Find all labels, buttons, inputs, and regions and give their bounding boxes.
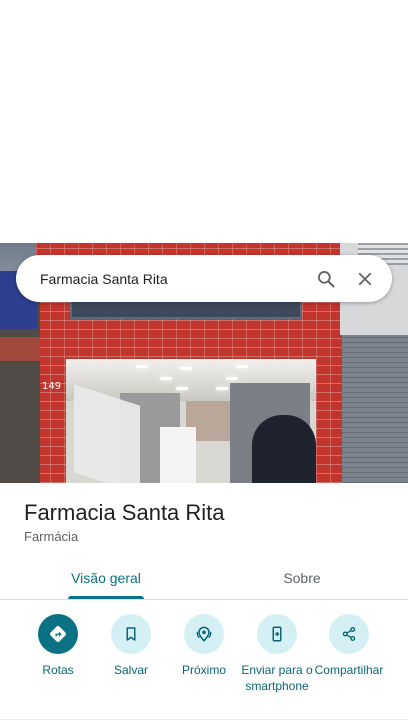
tab-bar: Visão geral Sobre xyxy=(0,556,408,600)
search-icon[interactable] xyxy=(314,267,338,291)
ceiling-light xyxy=(180,367,192,370)
share-icon[interactable] xyxy=(329,614,369,654)
save-label: Salvar xyxy=(113,663,148,677)
store-counter xyxy=(160,427,196,483)
tab-selected-indicator xyxy=(68,596,144,599)
share-label: Compartilhar xyxy=(314,663,384,677)
share-button[interactable]: Compartilhar xyxy=(309,614,389,678)
nearby-label: Próximo xyxy=(181,663,226,677)
directions-button[interactable]: Rotas xyxy=(18,614,98,678)
directions-icon[interactable] xyxy=(38,614,78,654)
nearby-button[interactable]: Próximo xyxy=(164,614,244,678)
person-silhouette xyxy=(252,415,316,483)
ceiling-light xyxy=(176,387,188,390)
street-number: 149 xyxy=(42,381,62,392)
bookmark-icon[interactable] xyxy=(111,614,151,654)
map-blank-area xyxy=(0,0,408,243)
directions-label: Rotas xyxy=(42,663,74,677)
close-icon[interactable] xyxy=(353,267,377,291)
ceiling-light xyxy=(216,387,228,390)
send-to-phone-label: Enviar para o smartphone xyxy=(241,663,313,693)
ceiling-light xyxy=(236,365,248,368)
place-title: Farmacia Santa Rita xyxy=(24,500,225,525)
save-button[interactable]: Salvar xyxy=(91,614,171,678)
nearby-icon[interactable] xyxy=(184,614,224,654)
search-query-text[interactable]: Farmacia Santa Rita xyxy=(40,271,392,287)
ceiling-light xyxy=(136,365,148,368)
section-divider xyxy=(0,719,408,720)
neighbor-awning xyxy=(0,337,40,361)
tab-about[interactable]: Sobre xyxy=(262,556,342,600)
place-category: Farmácia xyxy=(24,529,79,544)
send-to-phone-icon[interactable] xyxy=(257,614,297,654)
ceiling-light xyxy=(160,377,172,380)
neighbor-shutter xyxy=(342,335,408,483)
tab-overview[interactable]: Visão geral xyxy=(62,556,150,600)
ceiling-light xyxy=(226,377,238,380)
search-bar[interactable]: Farmacia Santa Rita xyxy=(16,255,392,302)
send-to-phone-button[interactable]: Enviar para o smartphone xyxy=(237,614,317,694)
